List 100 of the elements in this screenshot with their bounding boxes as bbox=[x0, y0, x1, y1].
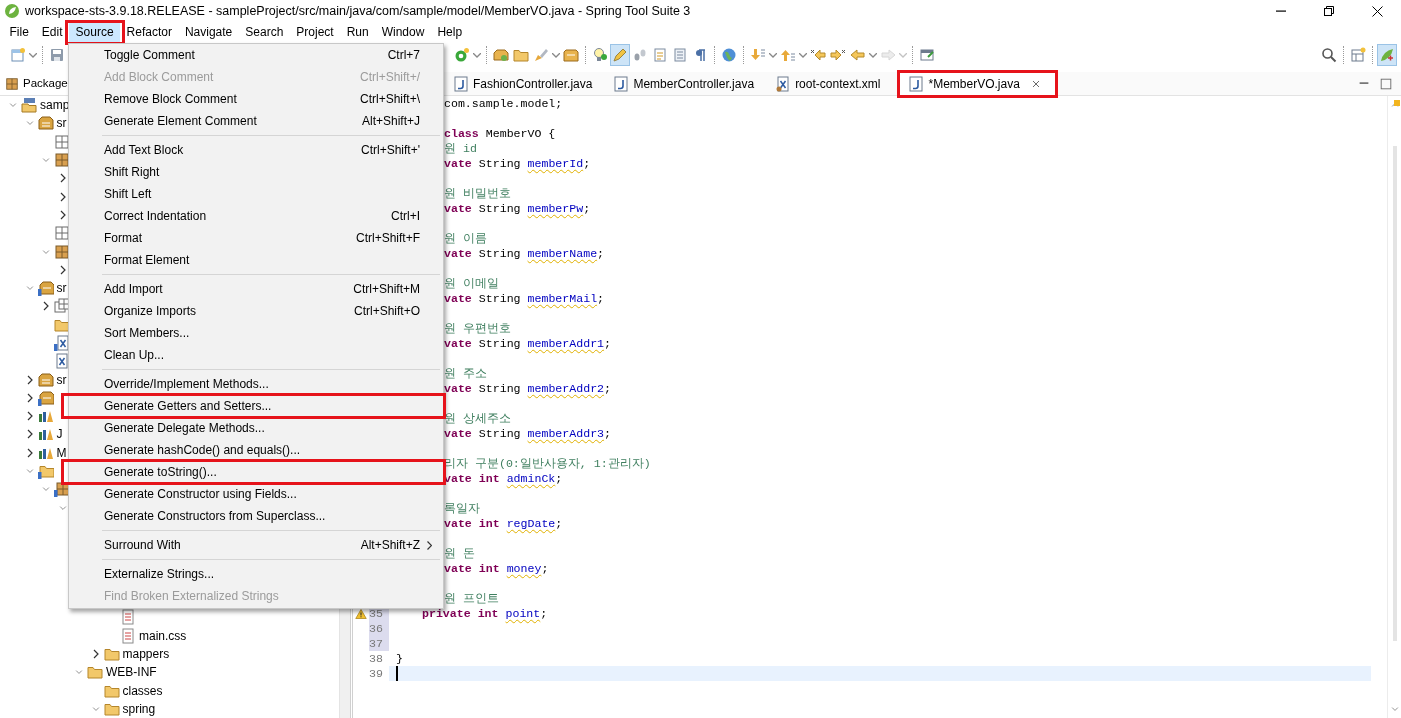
menu-item[interactable]: Generate toString()... bbox=[70, 461, 442, 483]
tree-item[interactable]: WEB-INF bbox=[106, 663, 157, 682]
line-number: 39 bbox=[369, 666, 384, 681]
code-line: private int point; bbox=[422, 606, 548, 621]
xml-file-icon bbox=[54, 353, 70, 370]
menu-item[interactable]: Generate Element Comment Alt+Shift+J bbox=[70, 110, 442, 132]
code-line: 원 상세주소 bbox=[444, 411, 511, 426]
menu-item[interactable]: Generate Delegate Methods... bbox=[70, 417, 442, 439]
tree-item[interactable]: spring bbox=[122, 699, 156, 718]
menu-item[interactable]: Clean Up... bbox=[70, 344, 442, 366]
tree-item[interactable]: M bbox=[56, 443, 67, 462]
menu-item[interactable]: Generate Constructor using Fields... bbox=[70, 483, 442, 505]
code-line: vate String memberPw; bbox=[444, 201, 591, 216]
tree-item[interactable]: mappers bbox=[122, 645, 170, 664]
menu-item[interactable]: Add Import Ctrl+Shift+M bbox=[70, 278, 442, 300]
menu-bar-item[interactable]: Window bbox=[375, 22, 431, 42]
menu-bar-item[interactable]: Run bbox=[340, 22, 376, 42]
text-cursor bbox=[396, 666, 398, 681]
menu-bar-item[interactable]: Edit bbox=[35, 22, 70, 42]
code-line: 원 이름 bbox=[444, 231, 487, 246]
code-line: vate String memberAddr3; bbox=[444, 426, 611, 441]
editor-tab[interactable]: FashionController.java bbox=[445, 72, 606, 95]
forward-arrow-icon bbox=[830, 47, 846, 63]
line-number: 36 bbox=[369, 621, 389, 636]
tree-item[interactable]: sr bbox=[56, 370, 67, 389]
menu-bar-item[interactable]: File bbox=[3, 22, 36, 42]
menu-bar-item[interactable]: Refactor bbox=[120, 22, 179, 42]
menu-item[interactable]: Add Text Block Ctrl+Shift+' bbox=[70, 139, 442, 161]
restore-icon bbox=[1324, 6, 1334, 16]
view-tab[interactable]: Package bbox=[23, 74, 68, 93]
menu-item[interactable]: Remove Block Comment Ctrl+Shift+\ bbox=[70, 88, 442, 110]
code-line: vate String memberId; bbox=[444, 156, 591, 171]
menu-bar-item[interactable]: Search bbox=[238, 22, 290, 42]
warning-marker bbox=[1394, 100, 1400, 106]
tree-item[interactable]: sr bbox=[56, 114, 67, 133]
scrollbar[interactable] bbox=[1387, 96, 1401, 718]
caret-icon bbox=[899, 52, 907, 58]
css-file-icon bbox=[120, 627, 136, 644]
tree-item[interactable]: sr bbox=[56, 279, 67, 298]
window-title: workspace-sts-3.9.18.RELEASE - sampleProject/src/main/java/com/sample/model/MemberVO.java - Spring Tool Suite 3 bbox=[25, 2, 691, 20]
chevron-icon[interactable] bbox=[41, 301, 51, 312]
search-icon bbox=[1321, 47, 1337, 63]
close-icon bbox=[1371, 5, 1383, 17]
tree-item[interactable]: J bbox=[56, 425, 63, 444]
lightbulb-icon bbox=[592, 47, 608, 63]
menu-item[interactable]: Correct Indentation Ctrl+I bbox=[70, 205, 442, 227]
menu-item[interactable]: Generate hashCode() and equals()... bbox=[70, 439, 442, 461]
toolbar-button[interactable] bbox=[1377, 44, 1397, 66]
menu-item[interactable]: Format Ctrl+Shift+F bbox=[70, 227, 442, 249]
new-class-icon bbox=[454, 47, 470, 63]
shortcut-label: Alt+Shift+J bbox=[361, 113, 420, 130]
menu-item[interactable]: Sort Members... bbox=[70, 322, 442, 344]
menu-item[interactable]: Toggle Comment Ctrl+7 bbox=[70, 44, 442, 66]
menu-item[interactable]: Generate Getters and Setters... bbox=[70, 395, 442, 417]
code-line: vate int money; bbox=[444, 561, 549, 576]
package-icon bbox=[5, 76, 19, 91]
code-line: class MemberVO { bbox=[444, 126, 556, 141]
menu-bar-item[interactable]: Help bbox=[430, 22, 469, 42]
tree-item[interactable]: main.css bbox=[139, 626, 187, 645]
xml-file-icon bbox=[54, 335, 70, 351]
code-line: vate String memberAddr1; bbox=[444, 336, 611, 351]
editor-tab[interactable]: root-context.xml bbox=[767, 72, 894, 95]
window-plus-icon bbox=[1350, 47, 1366, 63]
editor-tab[interactable]: MemberController.java bbox=[605, 72, 768, 95]
code-line: 원 이메일 bbox=[444, 276, 499, 291]
editor-tab[interactable]: *MemberVO.java bbox=[899, 72, 1056, 95]
package-icon bbox=[54, 152, 70, 169]
window-icon bbox=[919, 47, 935, 63]
project-folder-icon bbox=[21, 97, 37, 114]
menu-item[interactable]: Format Element bbox=[70, 249, 442, 271]
menu-item[interactable]: Shift Left bbox=[70, 183, 442, 205]
menu-bar-item[interactable]: Project bbox=[289, 22, 341, 42]
menu-item[interactable]: Shift Right bbox=[70, 161, 442, 183]
line-number: 37 bbox=[369, 636, 389, 651]
caret-icon bbox=[552, 52, 560, 58]
menu-bar-item[interactable]: Navigate bbox=[178, 22, 239, 42]
code-line: 원 우편번호 bbox=[444, 321, 511, 336]
menu-item[interactable]: Generate Constructors from Superclass... bbox=[70, 505, 442, 527]
code-line: 록일자 bbox=[444, 501, 480, 516]
caret-icon bbox=[29, 52, 37, 58]
code-line: 원 비밀번호 bbox=[444, 186, 511, 201]
app-logo-icon bbox=[4, 3, 20, 19]
maximize-icon[interactable] bbox=[1379, 76, 1393, 91]
code-line: com.sample.model; bbox=[444, 96, 563, 111]
java-file-icon bbox=[613, 75, 630, 92]
caret-icon bbox=[473, 52, 481, 58]
package-icon bbox=[493, 47, 509, 63]
globe-icon bbox=[721, 47, 737, 63]
java-file-icon bbox=[453, 75, 469, 92]
menu-item[interactable]: Externalize Strings... bbox=[70, 563, 442, 585]
menu-item[interactable]: Surround With Alt+Shift+Z bbox=[70, 534, 442, 556]
code-line: 원 돈 bbox=[444, 546, 475, 561]
package-icon bbox=[54, 243, 70, 260]
menu-item[interactable]: Override/Implement Methods... bbox=[70, 373, 442, 395]
tree-item[interactable]: classes bbox=[122, 681, 163, 700]
caret-icon bbox=[769, 52, 777, 58]
code-line: vate String memberName; bbox=[444, 246, 605, 261]
java-file-icon bbox=[908, 75, 925, 92]
forward-arrow-icon bbox=[880, 47, 896, 63]
menu-item[interactable]: Organize Imports Ctrl+Shift+O bbox=[70, 300, 442, 322]
